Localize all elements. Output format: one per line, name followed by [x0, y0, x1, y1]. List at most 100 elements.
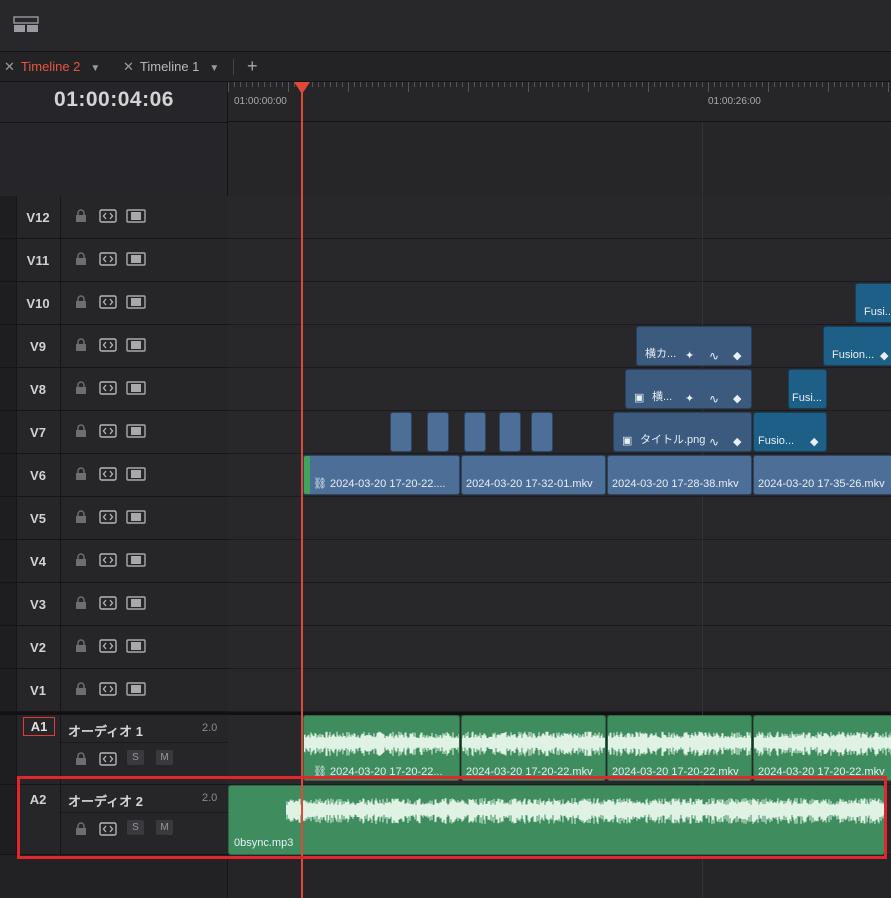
video-track-lane-v9[interactable] — [228, 325, 891, 368]
keyframe-icon[interactable]: ◆ — [733, 349, 741, 362]
video-track-lane-v5[interactable] — [228, 497, 891, 540]
tab-timeline-2[interactable]: ✕ Timeline 2 ▼ — [4, 52, 100, 82]
clip-v6-2[interactable]: 2024-03-20 17-32-01.mkv — [461, 455, 606, 495]
clip-v6-1[interactable]: ⛓ 2024-03-20 17-20-22.... — [303, 455, 460, 495]
video-track-lane-v4[interactable] — [228, 540, 891, 583]
auto-select-icon[interactable] — [99, 381, 117, 395]
video-track-lane-v2[interactable] — [228, 626, 891, 669]
lock-icon[interactable] — [74, 752, 92, 766]
lock-icon[interactable] — [74, 381, 92, 395]
timeline-ruler[interactable] — [228, 82, 891, 122]
video-track-header-v3[interactable]: V3 — [0, 583, 228, 626]
solo-button[interactable]: S — [127, 750, 144, 765]
video-track-header-v5[interactable]: V5 — [0, 497, 228, 540]
clip-v8-fusion[interactable]: Fusi... — [788, 369, 827, 409]
lock-icon[interactable] — [74, 682, 92, 696]
clip-a1-1[interactable]: ⛓ 2024-03-20 17-20-22... — [303, 715, 460, 781]
add-tab-button[interactable]: + — [247, 56, 258, 77]
lock-icon[interactable] — [74, 209, 92, 223]
video-track-header-v10[interactable]: V10 — [0, 282, 228, 325]
clip-v10-fusion[interactable]: Fusi... — [855, 283, 891, 323]
track-enable-icon[interactable] — [126, 682, 146, 696]
clip-v7-small[interactable] — [427, 412, 449, 452]
video-track-header-v7[interactable]: V7 — [0, 411, 228, 454]
keyframe-icon[interactable]: ◆ — [810, 435, 818, 448]
lock-icon[interactable] — [74, 252, 92, 266]
auto-select-icon[interactable] — [99, 596, 117, 610]
lock-icon[interactable] — [74, 424, 92, 438]
auto-select-icon[interactable] — [99, 752, 117, 766]
auto-select-icon[interactable] — [99, 639, 117, 653]
keyframe-icon[interactable]: ◆ — [733, 392, 741, 405]
clip-v6-4[interactable]: 2024-03-20 17-35-26.mkv — [753, 455, 891, 495]
lock-icon[interactable] — [74, 553, 92, 567]
track-enable-icon[interactable] — [126, 252, 146, 266]
video-track-lane-v11[interactable] — [228, 239, 891, 282]
track-enable-icon[interactable] — [126, 295, 146, 309]
clip-v7-small[interactable] — [390, 412, 412, 452]
close-icon[interactable]: ✕ — [4, 59, 15, 74]
keyframe-icon[interactable]: ◆ — [880, 349, 888, 362]
close-icon[interactable]: ✕ — [123, 59, 134, 74]
track-enable-icon[interactable] — [126, 553, 146, 567]
track-enable-icon[interactable] — [126, 639, 146, 653]
chevron-down-icon[interactable]: ▼ — [209, 63, 219, 74]
playhead-handle[interactable] — [294, 82, 310, 94]
video-track-header-v11[interactable]: V11 — [0, 239, 228, 282]
audio-track-a1-badge[interactable]: A1 — [23, 717, 55, 736]
video-track-header-v6[interactable]: V6 — [0, 454, 228, 497]
clip-v7-fusion[interactable]: Fusio... ◆ — [753, 412, 827, 452]
clip-v7-title[interactable]: ▣ タイトル.png ∿ ◆ — [613, 412, 752, 452]
auto-select-icon[interactable] — [99, 295, 117, 309]
track-enable-icon[interactable] — [126, 381, 146, 395]
timecode-display[interactable]: 01:00:04:06 — [0, 88, 228, 112]
video-track-lane-v12[interactable] — [228, 196, 891, 239]
lock-icon[interactable] — [74, 639, 92, 653]
video-track-header-v9[interactable]: V9 — [0, 325, 228, 368]
video-track-lane-v3[interactable] — [228, 583, 891, 626]
video-track-header-v1[interactable]: V1 — [0, 669, 228, 712]
video-track-lane-v1[interactable] — [228, 669, 891, 712]
clip-v9-fusion[interactable]: Fusion... ◆ — [823, 326, 891, 366]
keyframe-icon[interactable]: ◆ — [733, 435, 741, 448]
track-enable-icon[interactable] — [126, 510, 146, 524]
auto-select-icon[interactable] — [99, 252, 117, 266]
mute-button[interactable]: M — [156, 750, 173, 765]
clip-v8-title[interactable]: ▣ 横... ✦ ∿ ◆ — [625, 369, 752, 409]
track-enable-icon[interactable] — [126, 467, 146, 481]
auto-select-icon[interactable] — [99, 467, 117, 481]
clip-v7-small[interactable] — [499, 412, 521, 452]
video-track-header-v4[interactable]: V4 — [0, 540, 228, 583]
lock-icon[interactable] — [74, 295, 92, 309]
clip-v7-small[interactable] — [531, 412, 553, 452]
lock-icon[interactable] — [74, 510, 92, 524]
track-enable-icon[interactable] — [126, 596, 146, 610]
clip-a1-3[interactable]: 2024-03-20 17-20-22.mkv — [607, 715, 752, 781]
auto-select-icon[interactable] — [99, 338, 117, 352]
tab-timeline-1[interactable]: ✕ Timeline 1 ▼ — [123, 52, 219, 82]
clip-a1-4[interactable]: 2024-03-20 17-20-22.mkv — [753, 715, 891, 781]
video-track-header-v12[interactable]: V12 — [0, 196, 228, 239]
video-track-header-v2[interactable]: V2 — [0, 626, 228, 669]
auto-select-icon[interactable] — [99, 682, 117, 696]
lock-icon[interactable] — [74, 596, 92, 610]
video-track-header-v8[interactable]: V8 — [0, 368, 228, 411]
track-enable-icon[interactable] — [126, 209, 146, 223]
track-enable-icon[interactable] — [126, 338, 146, 352]
auto-select-icon[interactable] — [99, 424, 117, 438]
lock-icon[interactable] — [74, 467, 92, 481]
clip-v7-small[interactable] — [464, 412, 486, 452]
video-track-lane-v10[interactable] — [228, 282, 891, 325]
clip-v6-3[interactable]: 2024-03-20 17-28-38.mkv — [607, 455, 752, 495]
track-name: V5 — [30, 511, 46, 526]
auto-select-icon[interactable] — [99, 553, 117, 567]
track-name[interactable]: オーディオ 1 — [68, 721, 143, 740]
clip-v9-title[interactable]: 横カ... ✦ ∿ ◆ — [636, 326, 752, 366]
clip-a1-2[interactable]: 2024-03-20 17-20-22.mkv — [461, 715, 606, 781]
auto-select-icon[interactable] — [99, 510, 117, 524]
lock-icon[interactable] — [74, 338, 92, 352]
chevron-down-icon[interactable]: ▼ — [90, 63, 100, 74]
timeline-layout-icon[interactable] — [13, 16, 39, 34]
auto-select-icon[interactable] — [99, 209, 117, 223]
track-enable-icon[interactable] — [126, 424, 146, 438]
